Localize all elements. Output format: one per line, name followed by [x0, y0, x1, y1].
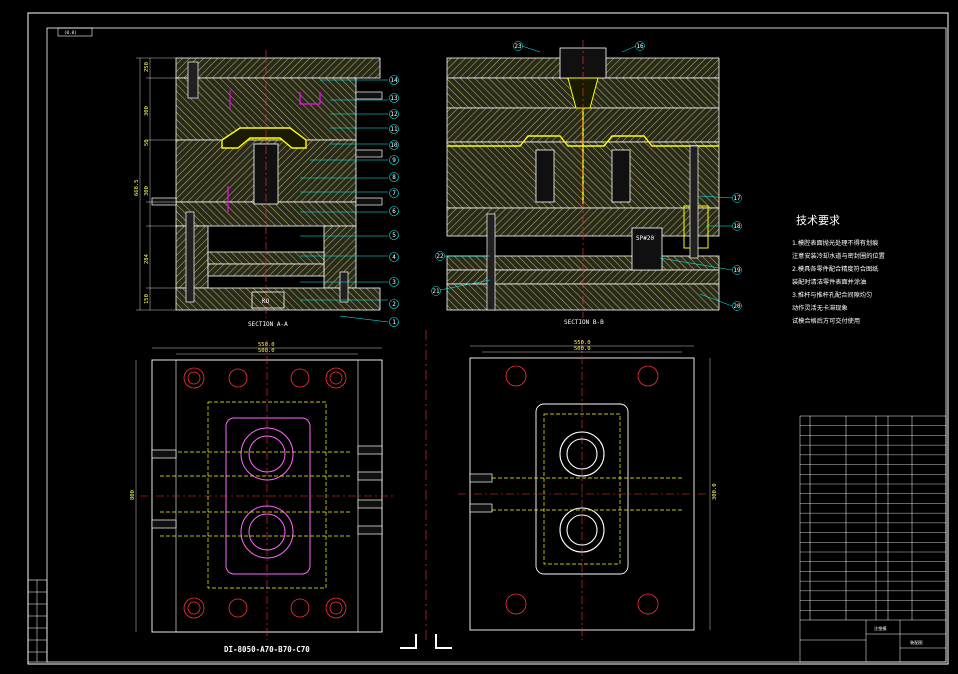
callout-b-right-2: 18 — [733, 223, 741, 230]
tech-req-line-3: 2.模具各零件配合精度符合图纸 — [792, 265, 878, 273]
callout-a-13: 2 — [392, 301, 396, 308]
tech-req-line-4: 装配时清洁零件表面并涂油 — [792, 278, 866, 286]
callout-a-7: 8 — [392, 174, 396, 181]
plan-view-left: 550.0 500.0 800 DI-8050-A70-B70-C70 — [130, 340, 394, 654]
bottom-caption: DI-8050-A70-B70-C70 — [224, 645, 310, 654]
dim-a-3: 50 — [144, 139, 150, 146]
tech-req-line-6: 动作灵活无卡滞现象 — [792, 304, 848, 312]
parts-list-rows — [800, 425, 946, 611]
tech-requirements: 技术要求 1.模腔表面抛光处理不得有划痕 注意安装冷却水道与密封圈的位置 2.模… — [792, 214, 885, 325]
callout-a-10: 5 — [392, 232, 396, 239]
section-b-caption: SECTION B-B — [564, 319, 604, 326]
left-revision-strip — [27, 579, 48, 663]
section-a-caption: SECTION A-A — [248, 321, 288, 328]
callout-a-1: 14 — [390, 77, 398, 84]
callout-b-right-1: 17 — [733, 195, 741, 202]
callout-a-4: 11 — [390, 126, 398, 133]
tech-req-title: 技术要求 — [796, 214, 840, 227]
plate-label: SP#20 — [636, 235, 654, 242]
callout-a-12: 3 — [392, 279, 396, 286]
ko-label: KO — [262, 298, 270, 305]
callout-a-6: 9 — [392, 157, 396, 164]
plan-right-side: 300.0 — [712, 483, 718, 500]
callout-a-14: 1 — [392, 319, 396, 326]
callout-a-2: 13 — [390, 95, 398, 102]
plan-view-right: 550.0 500.0 300.0 — [458, 340, 718, 640]
tech-req-line-5: 3.推杆与推杆孔配合间隙均匀 — [792, 291, 872, 299]
callout-b-top-2: 16 — [636, 43, 644, 50]
title-block — [800, 619, 946, 662]
callout-a-3: 12 — [390, 111, 398, 118]
callout-b-left-1: 22 — [436, 253, 444, 260]
plan-left-dim-2: 500.0 — [258, 348, 275, 354]
dim-a-5: 284 — [144, 253, 150, 264]
tech-req-line-1: 1.模腔表面抛光处理不得有划痕 — [792, 239, 878, 247]
cad-drawing-sheet: (0.0) KO 14 13 12 11 10 9 8 7 6 5 4 3 2 … — [27, 12, 949, 665]
callout-a-5: 10 — [390, 142, 398, 149]
section-b-b-view: SP#20 23 16 17 18 19 20 22 21 SECTION B-… — [431, 40, 742, 326]
tech-req-line-2: 注意安装冷却水道与密封圈的位置 — [792, 252, 885, 260]
parts-list — [799, 415, 947, 663]
callout-a-11: 4 — [392, 254, 396, 261]
title-block-name: 注塑模 — [874, 625, 887, 632]
dim-a-4: 300 — [144, 186, 150, 196]
dim-a-1: 250 — [144, 62, 150, 72]
callout-a-8: 7 — [392, 190, 396, 197]
dim-a-6: 150 — [144, 294, 150, 304]
dim-a-total: 668.5 — [134, 179, 140, 196]
title-block-sub: 装配图 — [910, 639, 923, 646]
dim-a-2: 300 — [144, 106, 150, 116]
sheet-tag: (0.0) — [64, 30, 77, 35]
tech-req-line-7: 试模合格后方可交付使用 — [792, 317, 860, 325]
plan-right-dim-2: 500.0 — [574, 346, 591, 352]
callout-b-right-3: 19 — [733, 267, 741, 274]
callout-b-top-1: 23 — [514, 43, 522, 50]
callout-b-left-2: 21 — [432, 288, 440, 295]
plan-left-side: 800 — [130, 490, 136, 500]
callout-b-right-4: 20 — [733, 303, 741, 310]
callout-a-9: 6 — [392, 208, 396, 215]
section-a-a-view: KO 14 13 12 11 10 9 8 7 6 5 4 3 2 1 250 … — [134, 50, 399, 328]
